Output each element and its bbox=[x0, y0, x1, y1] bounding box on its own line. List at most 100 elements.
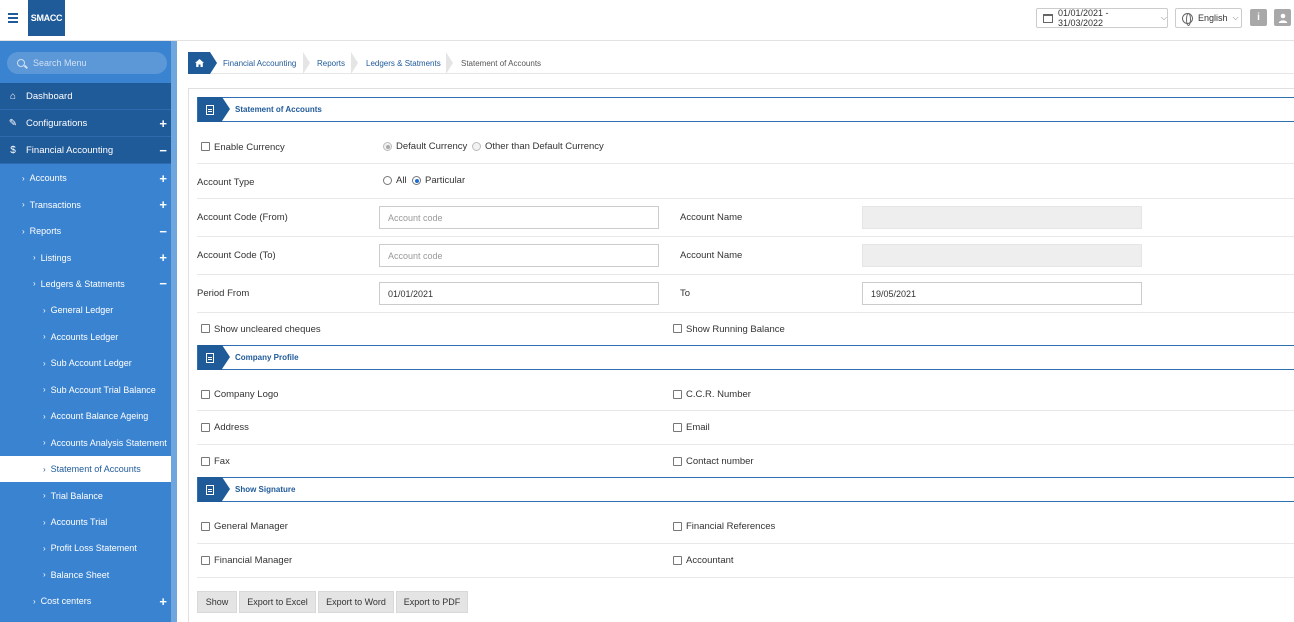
sidebar-item-sub-account-ledger[interactable]: › Sub Account Ledger bbox=[0, 350, 171, 376]
expand-icon[interactable]: + bbox=[159, 595, 167, 608]
financial-manager-checkbox[interactable] bbox=[201, 556, 210, 565]
sidebar-scrollbar[interactable] bbox=[171, 41, 177, 622]
section-title: Company Profile bbox=[235, 353, 299, 362]
sidebar-item-listings[interactable]: › Listings + bbox=[0, 244, 171, 270]
financial-references-label: Financial References bbox=[686, 521, 776, 532]
sidebar-item-label: Trial Balance bbox=[50, 490, 103, 501]
export-pdf-button[interactable]: Export to PDF bbox=[396, 591, 468, 613]
chevron-right-icon: › bbox=[22, 173, 25, 183]
sidebar-item-balance-sheet[interactable]: › Balance Sheet bbox=[0, 562, 171, 588]
company-logo-checkbox[interactable] bbox=[201, 390, 210, 399]
collapse-icon[interactable]: − bbox=[159, 225, 167, 238]
chevron-right-icon: › bbox=[22, 200, 25, 210]
sidebar-item-configurations[interactable]: ✎ Configurations + bbox=[0, 110, 171, 137]
sidebar-item-account-balance-ageing[interactable]: › Account Balance Ageing bbox=[0, 403, 171, 429]
contact-number-checkbox[interactable] bbox=[673, 457, 682, 466]
sidebar-item-reports[interactable]: › Reports − bbox=[0, 218, 171, 244]
sidebar-item-dashboard[interactable]: ⌂ Dashboard bbox=[0, 83, 171, 110]
sidebar-item-cost-centers[interactable]: › Cost centers + bbox=[0, 588, 171, 614]
breadcrumb-ledgers[interactable]: Ledgers & Statments bbox=[366, 52, 441, 74]
accountant-label: Accountant bbox=[686, 555, 734, 566]
breadcrumb-financial-accounting[interactable]: Financial Accounting bbox=[223, 52, 296, 74]
chevron-right-icon: › bbox=[43, 570, 46, 580]
divider bbox=[197, 410, 1294, 411]
period-from-input[interactable]: 01/01/2021 bbox=[379, 282, 659, 305]
sidebar-item-label: Account Balance Ageing bbox=[50, 411, 149, 422]
sidebar-item-statement-of-accounts[interactable]: › Statement of Accounts bbox=[0, 455, 171, 483]
collapse-icon[interactable]: − bbox=[159, 144, 167, 157]
section-statement-header: Statement of Accounts bbox=[197, 97, 1294, 122]
account-code-to-input[interactable]: Account code bbox=[379, 244, 659, 267]
expand-icon[interactable]: + bbox=[159, 251, 167, 264]
sidebar-item-accounts[interactable]: › Accounts + bbox=[0, 165, 171, 191]
calendar-icon bbox=[1043, 13, 1053, 23]
accountant-checkbox[interactable] bbox=[673, 556, 682, 565]
chevron-down-icon: ⌵ bbox=[1160, 13, 1167, 22]
account-code-to-label: Account Code (To) bbox=[197, 250, 276, 261]
wrench-icon: ✎ bbox=[8, 117, 18, 129]
menu-toggle-icon[interactable] bbox=[8, 13, 18, 23]
sidebar-item-label: Ledgers & Statments bbox=[40, 278, 125, 289]
other-currency-radio[interactable] bbox=[472, 142, 481, 151]
sidebar-item-transactions[interactable]: › Transactions + bbox=[0, 191, 171, 217]
account-type-particular-radio[interactable] bbox=[412, 176, 421, 185]
home-icon[interactable] bbox=[188, 52, 210, 74]
period-to-label: To bbox=[680, 288, 691, 299]
sidebar-item-general-ledger[interactable]: › General Ledger bbox=[0, 297, 171, 323]
running-balance-checkbox[interactable] bbox=[673, 324, 682, 333]
email-checkbox[interactable] bbox=[673, 423, 682, 432]
ccr-number-checkbox[interactable] bbox=[673, 390, 682, 399]
collapse-icon[interactable]: − bbox=[159, 277, 167, 290]
dollar-icon: $ bbox=[10, 144, 16, 156]
search-menu-input[interactable]: Search Menu bbox=[7, 52, 167, 74]
user-button[interactable] bbox=[1274, 9, 1291, 26]
expand-icon[interactable]: + bbox=[159, 198, 167, 211]
account-name-from-label: Account Name bbox=[680, 212, 743, 223]
chevron-right-icon: › bbox=[43, 438, 46, 448]
sidebar-item-accounts-analysis-statement[interactable]: › Accounts Analysis Statement bbox=[0, 430, 171, 456]
chevron-right-icon: › bbox=[33, 253, 36, 263]
app-logo[interactable]: SMACC bbox=[28, 0, 65, 36]
info-button[interactable]: i bbox=[1250, 9, 1267, 26]
default-currency-radio[interactable] bbox=[383, 142, 392, 151]
account-type-all-radio[interactable] bbox=[383, 176, 392, 185]
expand-icon[interactable]: + bbox=[159, 117, 167, 130]
sidebar-item-accounts-ledger[interactable]: › Accounts Ledger bbox=[0, 324, 171, 350]
sidebar-item-profit-loss-statement[interactable]: › Profit Loss Statement bbox=[0, 535, 171, 561]
top-bar: SMACC 01/01/2021 - 31/03/2022 ⌵ English … bbox=[0, 0, 1294, 41]
sidebar-item-trial-balance[interactable]: › Trial Balance bbox=[0, 482, 171, 508]
chevron-right-icon: › bbox=[22, 226, 25, 236]
breadcrumb-reports[interactable]: Reports bbox=[317, 52, 345, 74]
language-selector[interactable]: English ⌵ bbox=[1175, 8, 1242, 28]
address-checkbox[interactable] bbox=[201, 423, 210, 432]
date-range-picker[interactable]: 01/01/2021 - 31/03/2022 ⌵ bbox=[1036, 8, 1168, 28]
sidebar-item-ledgers-statments[interactable]: › Ledgers & Statments − bbox=[0, 271, 171, 297]
date-range-text: 01/01/2021 - 31/03/2022 bbox=[1057, 8, 1109, 28]
enable-currency-checkbox[interactable] bbox=[201, 142, 210, 151]
sidebar-item-sub-account-trial-balance[interactable]: › Sub Account Trial Balance bbox=[0, 377, 171, 403]
other-currency-label: Other than Default Currency bbox=[485, 141, 604, 152]
sidebar-item-label: Listings bbox=[40, 252, 72, 263]
breadcrumb-separator bbox=[210, 52, 217, 74]
export-word-button[interactable]: Export to Word bbox=[318, 591, 394, 613]
email-label: Email bbox=[686, 422, 710, 433]
financial-manager-label: Financial Manager bbox=[214, 555, 293, 566]
sidebar-item-accounts-trial[interactable]: › Accounts Trial bbox=[0, 509, 171, 535]
show-button[interactable]: Show bbox=[197, 591, 237, 613]
expand-icon[interactable]: + bbox=[159, 172, 167, 185]
sidebar-item-financial-accounting[interactable]: $ Financial Accounting − bbox=[0, 137, 171, 164]
account-type-label: Account Type bbox=[197, 177, 255, 188]
fax-label: Fax bbox=[214, 456, 230, 467]
section-signature-header: Show Signature bbox=[197, 477, 1294, 502]
chevron-right-icon: › bbox=[43, 385, 46, 395]
period-to-input[interactable]: 19/05/2021 bbox=[862, 282, 1142, 305]
financial-references-checkbox[interactable] bbox=[673, 522, 682, 531]
uncleared-cheques-checkbox[interactable] bbox=[201, 324, 210, 333]
fax-checkbox[interactable] bbox=[201, 457, 210, 466]
account-code-from-input[interactable]: Account code bbox=[379, 206, 659, 229]
general-manager-checkbox[interactable] bbox=[201, 522, 210, 531]
chevron-right-icon: › bbox=[43, 411, 46, 421]
export-excel-button[interactable]: Export to Excel bbox=[239, 591, 316, 613]
divider bbox=[197, 236, 1294, 237]
address-label: Address bbox=[214, 422, 249, 433]
